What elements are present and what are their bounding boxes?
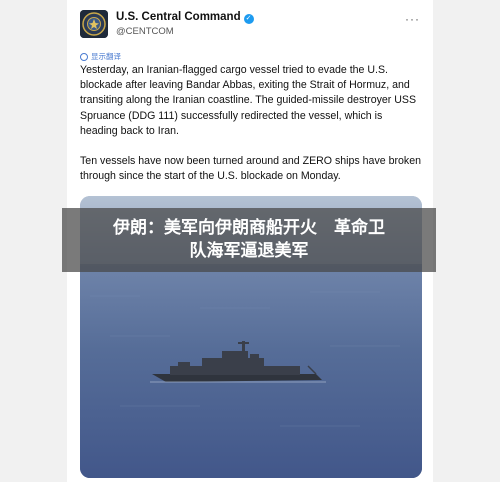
headline-line-1: 伊朗：美军向伊朗商船开火 革命卫 bbox=[113, 218, 385, 238]
account-name-text[interactable]: U.S. Central Command bbox=[116, 11, 241, 23]
page: U.S. Central Command ✓ @CENTCOM ··· 显示翻译 … bbox=[0, 0, 500, 482]
headline-line-2: 队海军逼退美军 bbox=[189, 241, 309, 261]
centcom-seal-avatar[interactable] bbox=[80, 10, 108, 38]
translate-icon bbox=[80, 53, 88, 61]
account-handle[interactable]: @CENTCOM bbox=[116, 26, 174, 37]
more-options-icon[interactable]: ··· bbox=[405, 12, 420, 26]
show-translation-label[interactable]: 显示翻译 bbox=[91, 52, 121, 61]
show-translation-link[interactable]: 显示翻译 bbox=[80, 51, 121, 62]
tweet-header: U.S. Central Command ✓ @CENTCOM ··· bbox=[80, 10, 420, 40]
seal-icon bbox=[80, 10, 108, 38]
tweet-paragraph-1: Yesterday, an Iranian-flagged cargo vess… bbox=[80, 64, 417, 137]
tweet-paragraph-2: Ten vessels have now been turned around … bbox=[80, 155, 421, 183]
verified-badge-icon: ✓ bbox=[243, 14, 254, 24]
news-headline-banner: 伊朗：美军向伊朗商船开火 革命卫 队海军逼退美军 bbox=[62, 208, 436, 272]
account-name[interactable]: U.S. Central Command ✓ bbox=[116, 11, 254, 24]
tweet-body: Yesterday, an Iranian-flagged cargo vess… bbox=[80, 63, 422, 199]
